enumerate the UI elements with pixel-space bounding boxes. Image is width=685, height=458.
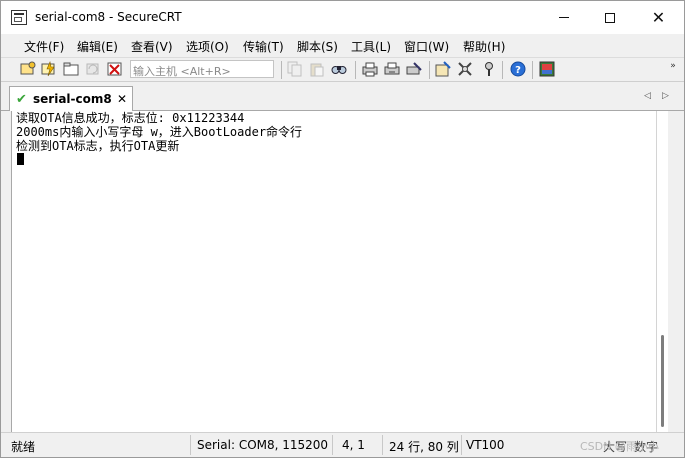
close-button[interactable]: ✕ xyxy=(633,1,684,34)
status-divider xyxy=(461,435,462,455)
close-icon: ✕ xyxy=(651,8,666,27)
status-divider xyxy=(332,435,333,455)
session-options-icon[interactable] xyxy=(435,61,451,77)
copy-icon[interactable] xyxy=(287,61,303,77)
global-options-icon[interactable] xyxy=(457,61,473,77)
tab-close-icon[interactable]: ✕ xyxy=(117,92,127,106)
app-icon xyxy=(11,10,27,25)
connect-icon[interactable] xyxy=(20,61,36,77)
toolbar-separator xyxy=(281,61,282,79)
connect-tab-icon[interactable] xyxy=(63,61,79,77)
print-icon[interactable] xyxy=(362,61,378,77)
menu-script[interactable]: 脚本(S) xyxy=(297,38,338,55)
securecrt-window: serial-com8 - SecureCRT ✕ 文件(F) 编辑(E) 查看… xyxy=(0,0,685,458)
terminal-cursor xyxy=(17,153,24,165)
status-divider xyxy=(190,435,191,455)
menu-window[interactable]: 窗口(W) xyxy=(404,38,449,55)
keymap-icon[interactable] xyxy=(481,61,497,77)
tab-scroll-left-icon[interactable]: ◁ xyxy=(644,91,651,101)
menu-view[interactable]: 查看(V) xyxy=(131,38,173,55)
menu-help[interactable]: 帮助(H) xyxy=(463,38,505,55)
about-icon[interactable] xyxy=(539,61,555,77)
toolbar-separator xyxy=(532,61,533,79)
toolbar-separator xyxy=(502,61,503,79)
print-selection-icon[interactable] xyxy=(384,61,400,77)
watermark: CSDN @雨小小 xyxy=(580,440,659,453)
disconnect-icon[interactable] xyxy=(107,61,123,77)
menu-transfer[interactable]: 传输(T) xyxy=(243,38,284,55)
session-tab-strip: ✔ serial-com8 ✕ ◁ ▷ xyxy=(1,83,684,111)
menu-edit[interactable]: 编辑(E) xyxy=(77,38,118,55)
terminal-line: 读取OTA信息成功，标志位: 0x11223344 xyxy=(16,111,245,125)
window-title: serial-com8 - SecureCRT xyxy=(35,10,182,24)
tab-scroll-right-icon[interactable]: ▷ xyxy=(662,91,669,101)
quick-connect-input[interactable]: 输入主机 <Alt+R> xyxy=(130,60,274,78)
minimize-button[interactable] xyxy=(541,1,587,34)
terminal-scrollbar[interactable] xyxy=(656,111,668,432)
status-emulation: VT100 xyxy=(466,438,505,452)
toolbar: 输入主机 <Alt+R> ? » xyxy=(1,57,684,82)
status-divider xyxy=(382,435,383,455)
status-cursor-position: 4, 1 xyxy=(342,438,365,452)
svg-text:?: ? xyxy=(515,65,521,76)
status-ready: 就绪 xyxy=(11,440,36,454)
quick-connect-icon[interactable] xyxy=(41,61,57,77)
find-icon[interactable] xyxy=(331,61,347,77)
toolbar-separator xyxy=(429,61,430,79)
toolbar-separator xyxy=(355,61,356,79)
print-setup-icon[interactable] xyxy=(406,61,422,77)
status-connection: Serial: COM8, 115200 xyxy=(197,438,329,452)
tab-serial-com8[interactable]: ✔ serial-com8 ✕ xyxy=(9,86,133,111)
toolbar-overflow-icon[interactable]: » xyxy=(669,62,677,77)
menu-tools[interactable]: 工具(L) xyxy=(351,38,391,55)
maximize-button[interactable] xyxy=(587,1,633,34)
connected-check-icon: ✔ xyxy=(16,92,27,107)
title-bar: serial-com8 - SecureCRT ✕ xyxy=(1,1,684,34)
menu-file[interactable]: 文件(F) xyxy=(24,38,64,55)
terminal-line: 检测到OTA标志，执行OTA更新 xyxy=(16,139,180,153)
maximize-icon xyxy=(605,12,615,23)
paste-icon[interactable] xyxy=(309,61,325,77)
minimize-icon xyxy=(559,17,569,18)
terminal-area[interactable]: 读取OTA信息成功，标志位: 0x11223344 2000ms内输入小写字母 … xyxy=(11,111,666,432)
terminal-line: 2000ms内输入小写字母 w，进入BootLoader命令行 xyxy=(16,125,303,139)
tab-label: serial-com8 xyxy=(33,92,112,106)
menu-bar: 文件(F) 编辑(E) 查看(V) 选项(O) 传输(T) 脚本(S) 工具(L… xyxy=(1,34,684,56)
reconnect-icon[interactable] xyxy=(85,61,101,77)
status-terminal-size: 24 行, 80 列 xyxy=(389,440,459,454)
scrollbar-thumb[interactable] xyxy=(661,335,664,427)
menu-options[interactable]: 选项(O) xyxy=(186,38,229,55)
help-icon[interactable]: ? xyxy=(510,61,526,77)
